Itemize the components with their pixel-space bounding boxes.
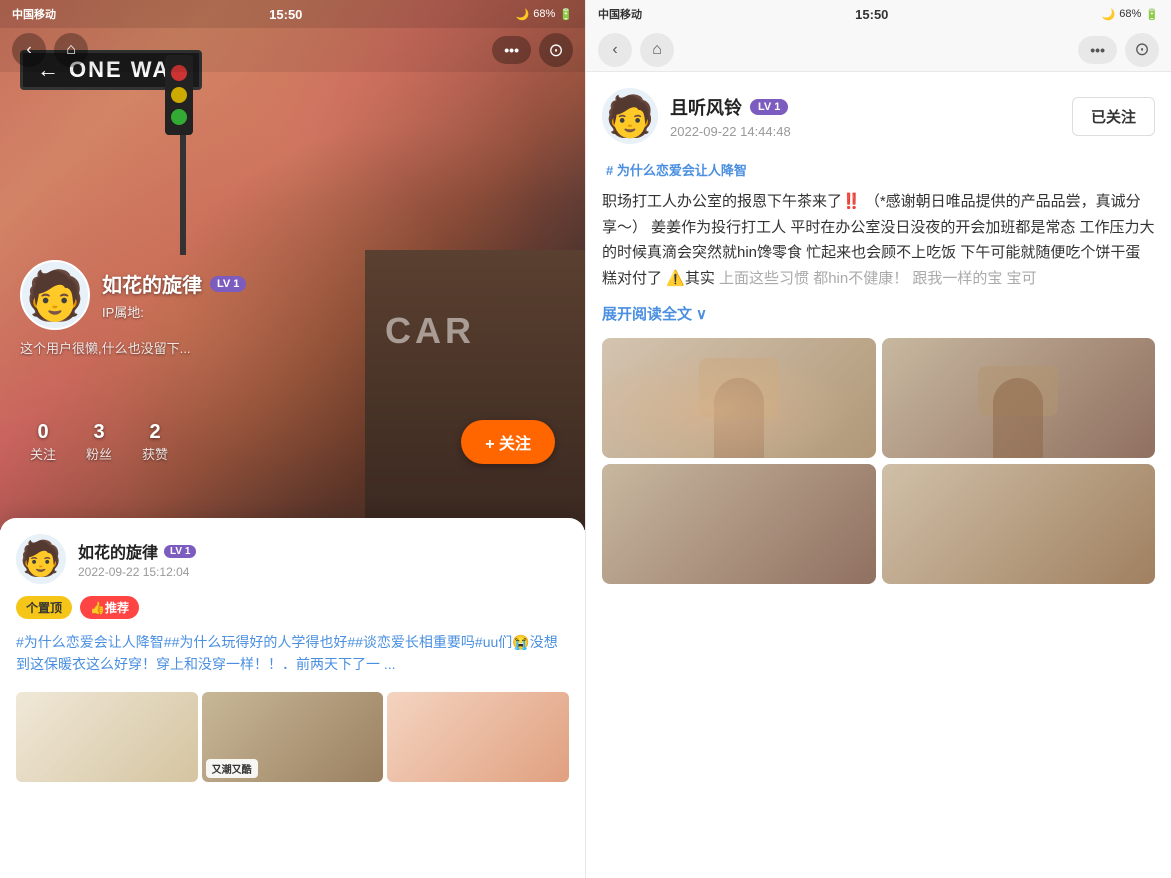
profile-name-area: 如花的旋律 LV 1 IP属地:: [102, 269, 565, 321]
post-level-badge: LV 1: [164, 545, 196, 558]
expand-chevron-icon: ∨: [696, 305, 707, 323]
post-content: #为什么恋爱会让人降智##为什么玩得好的人学得也好##谈恋爱长相重要吗#uu们😭…: [0, 623, 585, 684]
right-dots-icon: •••: [1090, 42, 1105, 58]
right-avatar: 🧑: [602, 88, 658, 144]
followers-stat: 3 粉丝: [86, 421, 112, 463]
right-image-1: [602, 338, 876, 458]
right-more-button[interactable]: •••: [1078, 36, 1117, 64]
right-back-button[interactable]: ‹: [598, 33, 632, 67]
likes-label: 获赞: [142, 444, 168, 463]
following-stat: 0 关注: [30, 421, 56, 463]
right-images: [602, 338, 1155, 584]
level-badge: LV 1: [210, 276, 246, 292]
right-image-4: [882, 464, 1156, 584]
right-record-icon: ⊙: [1134, 39, 1149, 60]
left-status-bar: 中国移动 15:50 🌙 68% 🔋: [0, 0, 585, 28]
ip-location: IP属地:: [102, 302, 565, 321]
post-header: 🧑 如花的旋律 LV 1 2022-09-22 15:12:04: [0, 518, 585, 592]
r-moon-icon: 🌙: [1102, 8, 1116, 21]
record-button[interactable]: ⊙: [539, 33, 573, 67]
home-icon: ⌂: [66, 41, 76, 59]
username: 如花的旋律: [102, 269, 202, 298]
badge-row: 个置顶 👍推荐: [0, 592, 585, 623]
right-status-bar: 中国移动 15:50 🌙 68% 🔋: [586, 0, 1171, 28]
body-faded-text: 上面这些习惯 都hin不健康！ 跟我一样的宝 宝可: [719, 270, 1037, 287]
profile-name-row: 如花的旋律 LV 1: [102, 269, 565, 298]
moon-icon: 🌙: [516, 8, 530, 21]
expand-button[interactable]: 展开阅读全文 ∨: [602, 303, 1155, 324]
dots-icon: •••: [504, 42, 519, 58]
follow-button[interactable]: + 关注: [461, 420, 555, 464]
right-image-3: [602, 464, 876, 584]
left-battery: 🌙 68% 🔋: [516, 8, 573, 21]
right-username: 且听风铃: [670, 94, 742, 120]
home-button[interactable]: ⌂: [54, 33, 88, 67]
right-content: 🧑 且听风铃 LV 1 2022-09-22 14:44:48 已关注 # 为什…: [586, 72, 1171, 600]
likes-stat: 2 获赞: [142, 421, 168, 463]
topic-tag[interactable]: # 为什么恋爱会让人降智: [602, 160, 1155, 179]
left-nav-bar: ‹ ⌂ ••• ⊙: [0, 28, 585, 72]
battery-text: 68%: [533, 8, 555, 20]
user-bio: 这个用户很懒,什么也没留下...: [20, 338, 565, 357]
tl-yellow: [171, 87, 187, 103]
post-card: 🧑 如花的旋律 LV 1 2022-09-22 15:12:04 个置顶 👍推荐…: [0, 518, 585, 878]
nav-right-icons: ••• ⊙: [492, 33, 573, 67]
post-name-row: 如花的旋律 LV 1: [78, 539, 196, 563]
post-time: 2022-09-22 15:12:04: [78, 565, 196, 579]
post-image-3: [387, 692, 569, 782]
right-image-2: [882, 338, 1156, 458]
left-carrier: 中国移动: [12, 6, 56, 22]
pin-badge: 个置顶: [16, 596, 72, 619]
nav-left-icons: ‹ ⌂: [12, 33, 88, 67]
right-home-icon: ⌂: [652, 41, 662, 59]
profile-overlay: 🧑 如花的旋律 LV 1 IP属地: 这个用户很懒,什么也没留下...: [0, 260, 585, 357]
following-count: 0: [30, 421, 56, 444]
right-nav-left: ‹ ⌂: [598, 33, 674, 67]
followers-count: 3: [86, 421, 112, 444]
right-carrier: 中国移动: [598, 6, 642, 22]
followers-label: 粉丝: [86, 444, 112, 463]
r-battery-icon: 🔋: [1145, 8, 1159, 21]
post-avatar: 🧑: [16, 534, 66, 584]
more-button[interactable]: •••: [492, 36, 531, 64]
stats-row: 0 关注 3 粉丝 2 获赞 + 关注: [0, 420, 585, 464]
right-time: 15:50: [855, 7, 888, 22]
post-username: 如花的旋律: [78, 539, 158, 563]
post-body: 职场打工人办公室的报恩下午茶来了‼️ （*感谢朝日唯品提供的产品品尝，真诚分享～…: [602, 189, 1155, 291]
profile-row: 🧑 如花的旋律 LV 1 IP属地:: [20, 260, 565, 330]
right-nav-right: ••• ⊙: [1078, 33, 1159, 67]
recommend-badge: 👍推荐: [80, 596, 139, 619]
back-button[interactable]: ‹: [12, 33, 46, 67]
following-label: 关注: [30, 444, 56, 463]
right-name-row: 且听风铃 LV 1: [670, 94, 1060, 120]
topic-text: # 为什么恋爱会让人降智: [606, 160, 747, 179]
right-nav-bar: ‹ ⌂ ••• ⊙: [586, 28, 1171, 72]
right-battery: 🌙 68% 🔋: [1102, 8, 1159, 21]
left-time: 15:50: [269, 7, 302, 22]
right-level-badge: LV 1: [750, 99, 788, 115]
likes-count: 2: [142, 421, 168, 444]
right-record-button[interactable]: ⊙: [1125, 33, 1159, 67]
right-follow-button[interactable]: 已关注: [1072, 97, 1155, 136]
battery-icon: 🔋: [559, 8, 573, 21]
avatar-face: 🧑: [25, 267, 85, 324]
right-post-time: 2022-09-22 14:44:48: [670, 124, 1060, 139]
back-icon: ‹: [26, 41, 31, 59]
post-image-1: [16, 692, 198, 782]
expand-label: 展开阅读全文: [602, 303, 692, 324]
left-panel: ← ONE WAY 中国移动 15:50 🌙 68% 🔋 ‹: [0, 0, 585, 878]
tl-green: [171, 109, 187, 125]
record-icon: ⊙: [548, 40, 563, 61]
post-name-area: 如花的旋律 LV 1 2022-09-22 15:12:04: [78, 539, 196, 579]
right-home-button[interactable]: ⌂: [640, 33, 674, 67]
right-panel: 中国移动 15:50 🌙 68% 🔋 ‹ ⌂ ••• ⊙: [585, 0, 1171, 878]
right-back-icon: ‹: [612, 41, 617, 59]
r-battery-text: 68%: [1119, 8, 1141, 20]
right-post-header: 🧑 且听风铃 LV 1 2022-09-22 14:44:48 已关注: [602, 88, 1155, 144]
right-name-area: 且听风铃 LV 1 2022-09-22 14:44:48: [670, 94, 1060, 139]
post-image-2: [202, 692, 384, 782]
avatar: 🧑: [20, 260, 90, 330]
post-images: [0, 684, 585, 790]
